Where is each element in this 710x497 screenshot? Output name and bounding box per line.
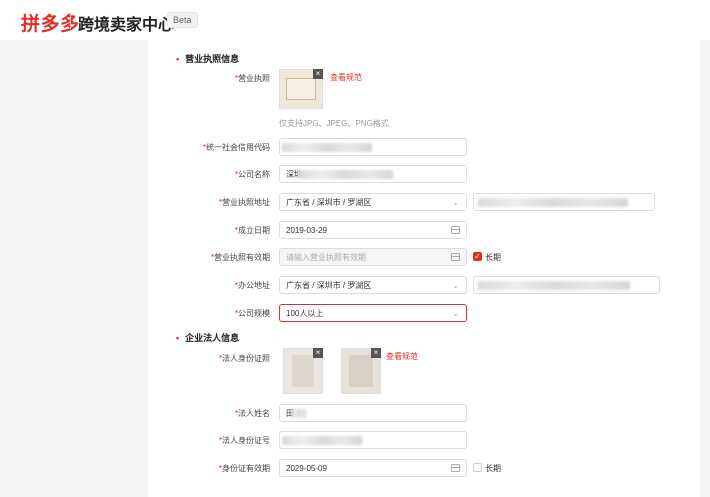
established-date-picker[interactable]: 2019-03-29 bbox=[279, 221, 467, 239]
established-date-label: *成立日期 bbox=[234, 226, 270, 235]
office-address-label: *办公地址 bbox=[234, 281, 270, 290]
company-name-input[interactable]: 深圳 bbox=[279, 165, 467, 183]
credit-code-input[interactable] bbox=[279, 138, 467, 156]
license-address-value: 广东省 / 深圳市 / 罗湖区 bbox=[286, 198, 372, 207]
id-view-spec-link[interactable]: 查看规范 bbox=[386, 351, 418, 362]
app-title: 跨境卖家中心 bbox=[78, 17, 175, 34]
license-image bbox=[286, 78, 316, 100]
company-size-value: 100人以上 bbox=[286, 309, 324, 318]
section-bullet: • bbox=[176, 54, 180, 64]
license-view-spec-link[interactable]: 查看规范 bbox=[330, 72, 362, 83]
id-back-image bbox=[349, 355, 373, 387]
redacted-value bbox=[478, 198, 628, 207]
company-size-select[interactable]: 100人以上 ⌄ bbox=[279, 304, 467, 322]
license-validity-label: *营业执照有效期 bbox=[210, 253, 270, 262]
redacted-value bbox=[282, 436, 362, 445]
section-title-legal-person: • 企业法人信息 bbox=[176, 331, 239, 344]
id-front-image bbox=[292, 355, 314, 387]
section-bullet: • bbox=[176, 333, 180, 343]
license-address-detail-input[interactable] bbox=[473, 193, 655, 211]
section-title-business-license: • 营业执照信息 bbox=[176, 52, 239, 65]
license-validity-picker[interactable]: 请输入营业执照有效期 bbox=[279, 248, 467, 266]
remove-id-back-icon[interactable]: × bbox=[371, 348, 381, 358]
chevron-down-icon: ⌄ bbox=[452, 281, 459, 290]
header-divider bbox=[70, 13, 71, 29]
legal-name-label: *法人姓名 bbox=[234, 409, 270, 418]
license-validity-placeholder: 请输入营业执照有效期 bbox=[286, 253, 366, 262]
chevron-down-icon: ⌄ bbox=[452, 309, 459, 318]
id-photo-back-thumbnail[interactable]: × bbox=[341, 348, 381, 394]
id-longterm-label: 长期 bbox=[485, 464, 501, 473]
company-size-label: *公司规模 bbox=[234, 309, 270, 318]
chevron-down-icon: ⌄ bbox=[452, 198, 459, 207]
section-title-text: 企业法人信息 bbox=[185, 333, 240, 343]
id-photo-front-thumbnail[interactable]: × bbox=[283, 348, 323, 394]
beta-badge: Beta bbox=[167, 12, 198, 28]
office-address-value: 广东省 / 深圳市 / 罗湖区 bbox=[286, 281, 372, 290]
id-validity-picker[interactable]: 2029-05-09 bbox=[279, 459, 467, 477]
redacted-value bbox=[292, 409, 306, 418]
right-gutter bbox=[700, 40, 710, 497]
license-format-hint: 仅支持JPG、JPEG、PNG格式 bbox=[279, 119, 389, 128]
legal-name-input[interactable]: 田 bbox=[279, 404, 467, 422]
section-title-text: 营业执照信息 bbox=[185, 54, 240, 64]
established-date-value: 2019-03-29 bbox=[286, 226, 327, 235]
id-photo-label: *法人身份证照 bbox=[218, 354, 270, 363]
id-number-input[interactable] bbox=[279, 431, 467, 449]
calendar-icon bbox=[451, 464, 460, 472]
main-content bbox=[148, 40, 700, 497]
redacted-value bbox=[282, 143, 372, 152]
id-longterm-checkbox[interactable] bbox=[473, 463, 482, 472]
license-label: *营业执照 bbox=[234, 74, 270, 83]
id-validity-label: *身份证有效期 bbox=[218, 464, 270, 473]
calendar-icon bbox=[451, 253, 460, 261]
redacted-value bbox=[478, 281, 630, 290]
license-longterm-checkbox[interactable]: ✓ bbox=[473, 252, 482, 261]
top-bar: 拼多多 跨境卖家中心 Beta bbox=[0, 0, 710, 40]
remove-license-icon[interactable]: × bbox=[313, 69, 323, 79]
sidebar bbox=[0, 40, 148, 497]
id-number-label: *法人身份证号 bbox=[218, 436, 270, 445]
license-longterm-label: 长期 bbox=[485, 253, 501, 262]
office-address-select[interactable]: 广东省 / 深圳市 / 罗湖区 ⌄ bbox=[279, 276, 467, 294]
office-address-detail-input[interactable] bbox=[473, 276, 660, 294]
remove-id-front-icon[interactable]: × bbox=[313, 348, 323, 358]
license-thumbnail[interactable]: × bbox=[279, 69, 323, 109]
redacted-value bbox=[298, 170, 393, 179]
company-name-label: *公司名称 bbox=[234, 170, 270, 179]
license-address-select[interactable]: 广东省 / 深圳市 / 罗湖区 ⌄ bbox=[279, 193, 467, 211]
credit-code-label: *统一社会信用代码 bbox=[202, 143, 270, 152]
id-validity-value: 2029-05-09 bbox=[286, 464, 327, 473]
calendar-icon bbox=[451, 226, 460, 234]
license-address-label: *营业执照地址 bbox=[218, 198, 270, 207]
